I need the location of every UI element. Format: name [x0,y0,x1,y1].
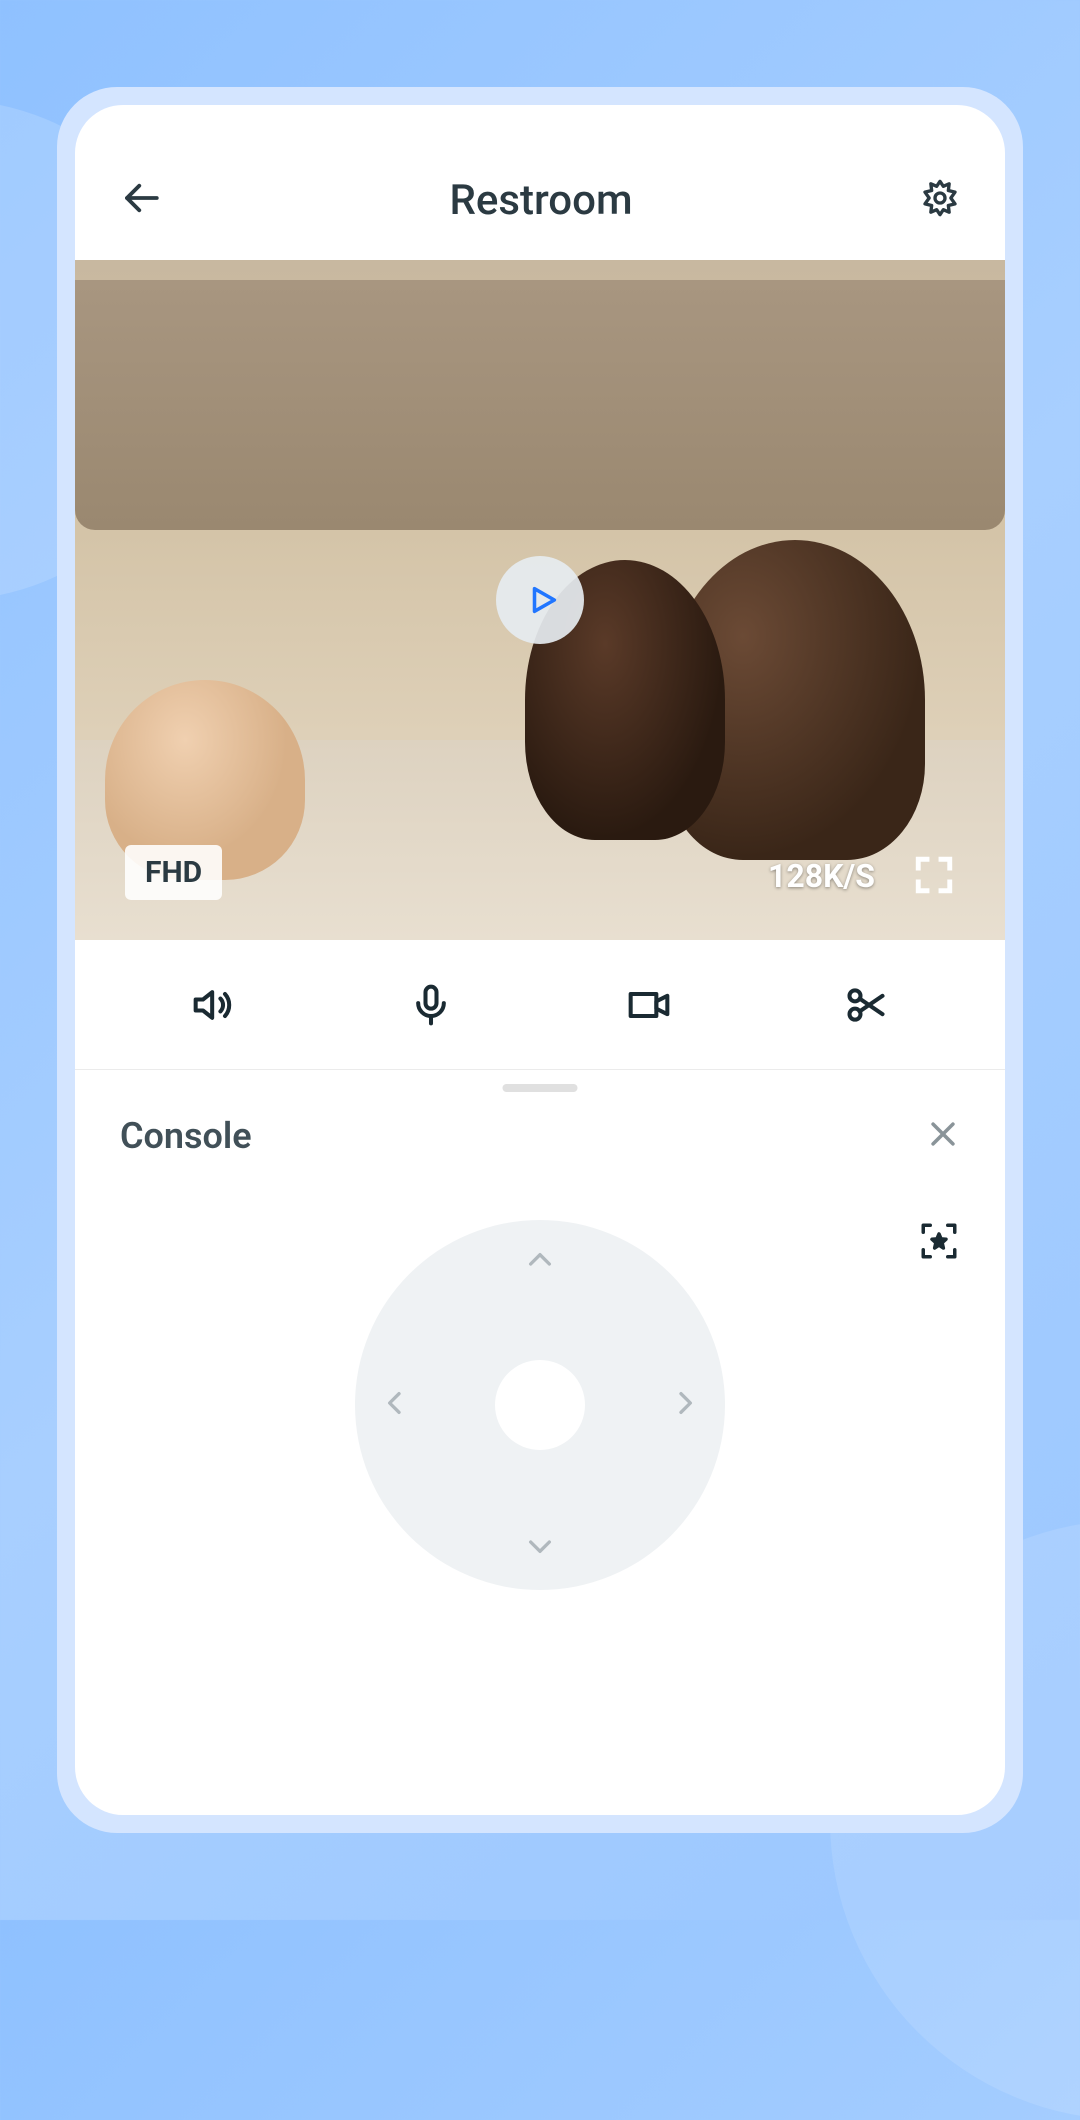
dpad-left-button[interactable] [379,1387,411,1423]
fullscreen-button[interactable] [913,854,955,900]
speaker-button[interactable] [189,980,239,1030]
phone-frame: Restroom [57,87,1023,1833]
gear-icon [920,178,960,218]
settings-button[interactable] [920,178,960,222]
chevron-left-icon [379,1387,411,1419]
play-button[interactable] [496,556,584,644]
chevron-right-icon [669,1387,701,1419]
quality-badge[interactable]: FHD [125,845,222,900]
dpad-control [355,1220,725,1590]
dpad-up-button[interactable] [524,1244,556,1280]
page-title: Restroom [449,176,632,225]
chevron-down-icon [524,1530,556,1562]
mic-button[interactable] [406,980,456,1030]
scissors-icon [844,983,888,1027]
arrow-left-icon [120,177,162,219]
action-bar [75,940,1005,1070]
snip-button[interactable] [841,980,891,1030]
back-button[interactable] [120,177,162,223]
play-icon [526,583,560,617]
dpad-right-button[interactable] [669,1387,701,1423]
console-title: Console [120,1115,252,1157]
record-button[interactable] [624,980,674,1030]
fullscreen-icon [913,854,955,896]
close-icon [926,1117,960,1151]
dpad-center-button[interactable] [495,1360,585,1450]
close-console-button[interactable] [926,1117,960,1155]
speaker-icon [192,983,236,1027]
calibrate-button[interactable] [918,1220,960,1266]
focus-star-icon [918,1220,960,1262]
console-panel: Console [75,1070,1005,1815]
drag-handle[interactable] [503,1084,578,1092]
phone-screen: Restroom [75,105,1005,1815]
microphone-icon [409,983,453,1027]
header: Restroom [75,140,1005,260]
chevron-up-icon [524,1244,556,1276]
bitrate-indicator: 128K/S [768,857,875,895]
video-feed[interactable]: FHD 128K/S [75,260,1005,940]
dpad-down-button[interactable] [524,1530,556,1566]
video-camera-icon [627,983,671,1027]
console-header: Console [120,1115,960,1157]
